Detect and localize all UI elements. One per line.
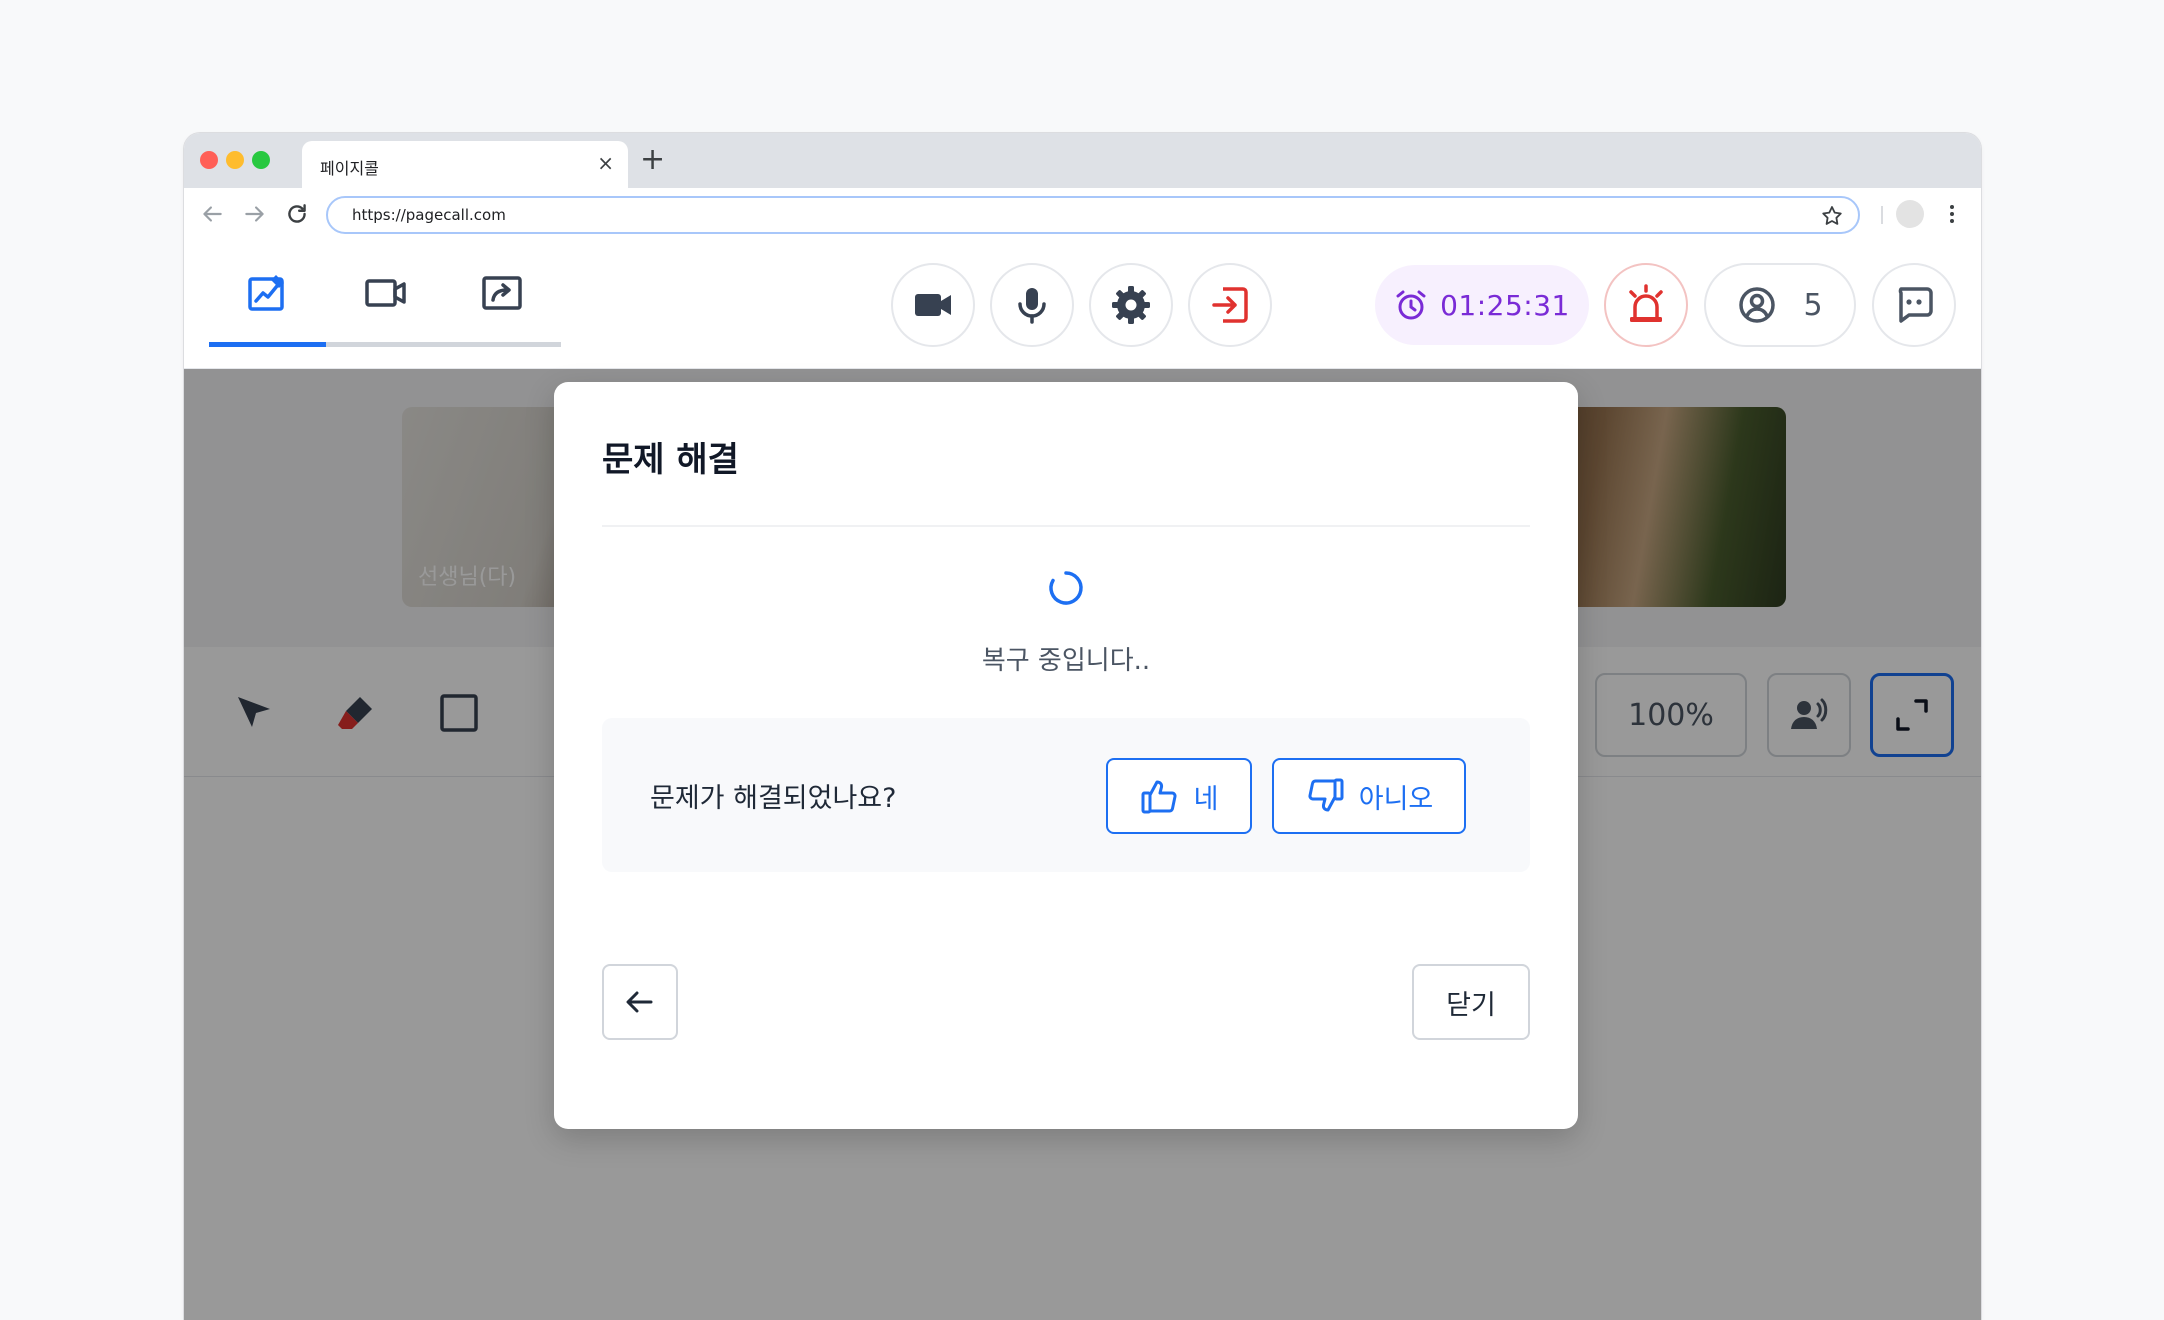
addressbar-divider bbox=[1881, 206, 1883, 224]
resolved-yes-button[interactable]: 네 bbox=[1106, 758, 1252, 834]
exit-icon bbox=[1212, 287, 1248, 323]
dialog-back-button[interactable] bbox=[602, 964, 678, 1040]
reload-icon[interactable] bbox=[284, 201, 310, 227]
settings-button[interactable] bbox=[1089, 263, 1173, 347]
microphone-toggle-button[interactable] bbox=[990, 263, 1074, 347]
emergency-alert-button[interactable] bbox=[1604, 263, 1688, 347]
url-field[interactable]: https://pagecall.com bbox=[326, 196, 1860, 234]
leave-room-button[interactable] bbox=[1188, 263, 1272, 347]
alarm-clock-icon bbox=[1396, 290, 1426, 320]
url-text: https://pagecall.com bbox=[352, 206, 506, 224]
participants-button[interactable]: 5 bbox=[1704, 263, 1856, 347]
thumbs-down-icon bbox=[1308, 778, 1344, 812]
whiteboard-edit-icon[interactable] bbox=[246, 271, 290, 315]
recovery-status-text: 복구 중입니다.. bbox=[981, 646, 1151, 676]
app-toolbar: 01:25:31 5 bbox=[184, 241, 1981, 369]
browser-tabstrip: 페이지콜 × + bbox=[184, 133, 1981, 188]
resolved-no-label: 아니오 bbox=[1358, 783, 1434, 815]
microphone-icon bbox=[1018, 288, 1046, 324]
camera-icon bbox=[915, 294, 951, 316]
session-timer: 01:25:31 bbox=[1375, 265, 1589, 345]
mode-tab-active-indicator bbox=[209, 342, 326, 347]
resolved-yes-label: 네 bbox=[1193, 783, 1219, 815]
new-tab-icon[interactable]: + bbox=[640, 145, 665, 175]
forward-arrow-icon[interactable] bbox=[242, 201, 268, 227]
timer-value: 01:25:31 bbox=[1440, 288, 1570, 322]
arrow-left-icon bbox=[626, 991, 653, 1013]
troubleshoot-dialog: 문제 해결 복구 중입니다.. 문제가 해결되었나요? 네 아니오 닫기 bbox=[554, 382, 1578, 1129]
browser-addressbar: https://pagecall.com bbox=[184, 188, 1981, 241]
resolved-no-button[interactable]: 아니오 bbox=[1272, 758, 1466, 834]
window-close-dot[interactable] bbox=[200, 151, 218, 169]
bookmark-star-icon[interactable] bbox=[1820, 204, 1844, 228]
dialog-divider bbox=[602, 525, 1530, 527]
window-minimize-dot[interactable] bbox=[226, 151, 244, 169]
dialog-title: 문제 해결 bbox=[602, 440, 739, 480]
video-camera-icon[interactable] bbox=[364, 271, 408, 315]
thumbs-up-icon bbox=[1141, 780, 1177, 814]
screen-share-icon[interactable] bbox=[480, 271, 524, 315]
tab-close-icon[interactable]: × bbox=[597, 151, 614, 175]
participants-count: 5 bbox=[1803, 287, 1823, 323]
loading-spinner-icon bbox=[1049, 571, 1083, 605]
camera-toggle-button[interactable] bbox=[891, 263, 975, 347]
browser-menu-icon[interactable] bbox=[1940, 202, 1964, 226]
window-maximize-dot[interactable] bbox=[252, 151, 270, 169]
feedback-panel: 문제가 해결되었나요? 네 아니오 bbox=[602, 718, 1530, 872]
dialog-close-button[interactable]: 닫기 bbox=[1412, 964, 1530, 1040]
gear-icon bbox=[1112, 286, 1150, 324]
tab-title: 페이지콜 bbox=[320, 159, 379, 178]
back-arrow-icon[interactable] bbox=[199, 201, 225, 227]
feedback-question: 문제가 해결되었나요? bbox=[650, 783, 897, 814]
user-circle-icon bbox=[1739, 287, 1776, 323]
chat-button[interactable] bbox=[1872, 263, 1956, 347]
siren-icon bbox=[1629, 284, 1663, 322]
browser-tab[interactable]: 페이지콜 × bbox=[302, 141, 628, 188]
profile-avatar[interactable] bbox=[1896, 200, 1924, 228]
chat-bubble-icon bbox=[1898, 287, 1933, 323]
